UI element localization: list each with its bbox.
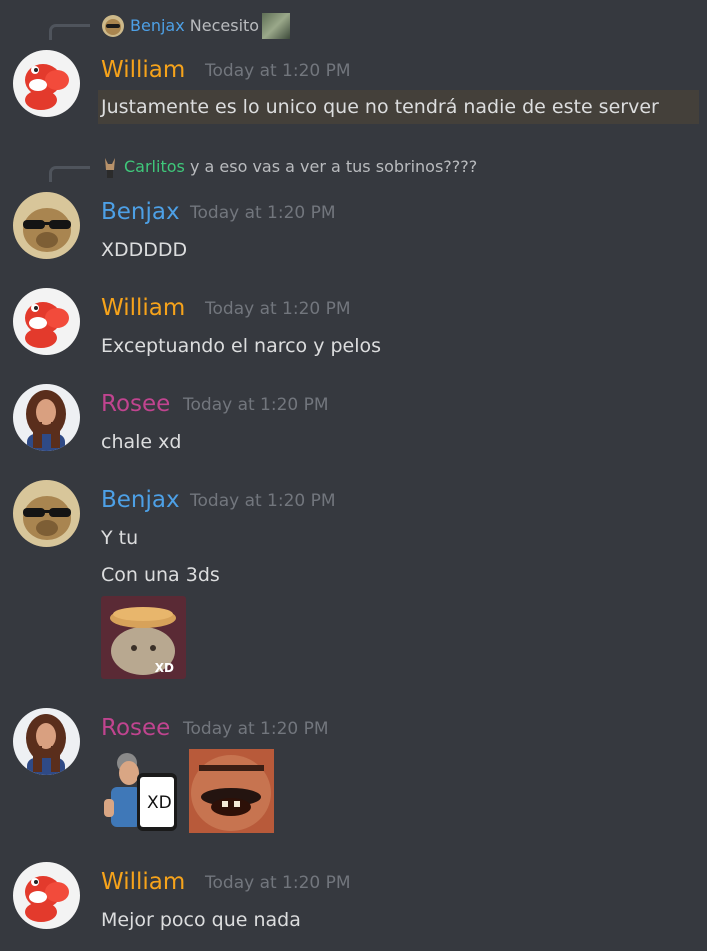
rosee-avatar[interactable] (13, 384, 80, 451)
laughing-man-emoji[interactable] (189, 749, 274, 833)
reply-text: Necesito (189, 16, 260, 35)
message-author[interactable]: Rosee (101, 714, 170, 742)
reply-preview[interactable]: Benjax Necesito (102, 13, 291, 39)
phone-xd-emoji[interactable]: XD (101, 749, 185, 833)
message-text: Y tu (101, 527, 139, 549)
phone-screen-label: XD (147, 793, 172, 813)
cat-pancake-sticker[interactable]: XD (101, 596, 186, 679)
message-timestamp: Today at 1:20 PM (190, 203, 336, 223)
benjax-mini-avatar (102, 15, 124, 37)
message-text: Exceptuando el narco y pelos (101, 335, 382, 357)
message-author[interactable]: Benjax (101, 198, 180, 226)
reply-connector (49, 24, 90, 40)
carlitos-mini-avatar (102, 156, 118, 178)
william-avatar[interactable] (13, 288, 80, 355)
message-timestamp: Today at 1:20 PM (183, 395, 329, 415)
william-avatar[interactable] (13, 50, 80, 117)
reply-author[interactable]: Carlitos (124, 156, 185, 178)
message-text: Mejor poco que nada (101, 909, 301, 931)
reply-preview[interactable]: Carlitos y a eso vas a ver a tus sobrino… (102, 156, 477, 178)
message-text: Justamente es lo unico que no tendrá nad… (101, 96, 659, 118)
message-timestamp: Today at 1:20 PM (205, 873, 351, 893)
benjax-avatar[interactable] (13, 192, 80, 259)
message-timestamp: Today at 1:20 PM (205, 299, 351, 319)
william-avatar[interactable] (13, 862, 80, 929)
message-author[interactable]: William (101, 868, 185, 896)
reply-text: y a eso vas a ver a tus sobrinos???? (189, 157, 478, 176)
message-author[interactable]: William (101, 56, 185, 84)
message-timestamp: Today at 1:20 PM (183, 719, 329, 739)
message-text: chale xd (101, 431, 182, 453)
message-text: XDDDDD (101, 239, 188, 261)
image-attachment-icon (262, 13, 291, 39)
message-timestamp: Today at 1:20 PM (205, 61, 351, 81)
reply-connector (49, 166, 90, 182)
message-author[interactable]: Benjax (101, 486, 180, 514)
message-author[interactable]: William (101, 294, 185, 322)
benjax-avatar[interactable] (13, 480, 80, 547)
rosee-avatar[interactable] (13, 708, 80, 775)
message-author[interactable]: Rosee (101, 390, 170, 418)
message-text: Con una 3ds (101, 564, 220, 586)
reply-author[interactable]: Benjax (130, 15, 185, 37)
message-timestamp: Today at 1:20 PM (190, 491, 336, 511)
sticker-label: XD (154, 661, 174, 675)
